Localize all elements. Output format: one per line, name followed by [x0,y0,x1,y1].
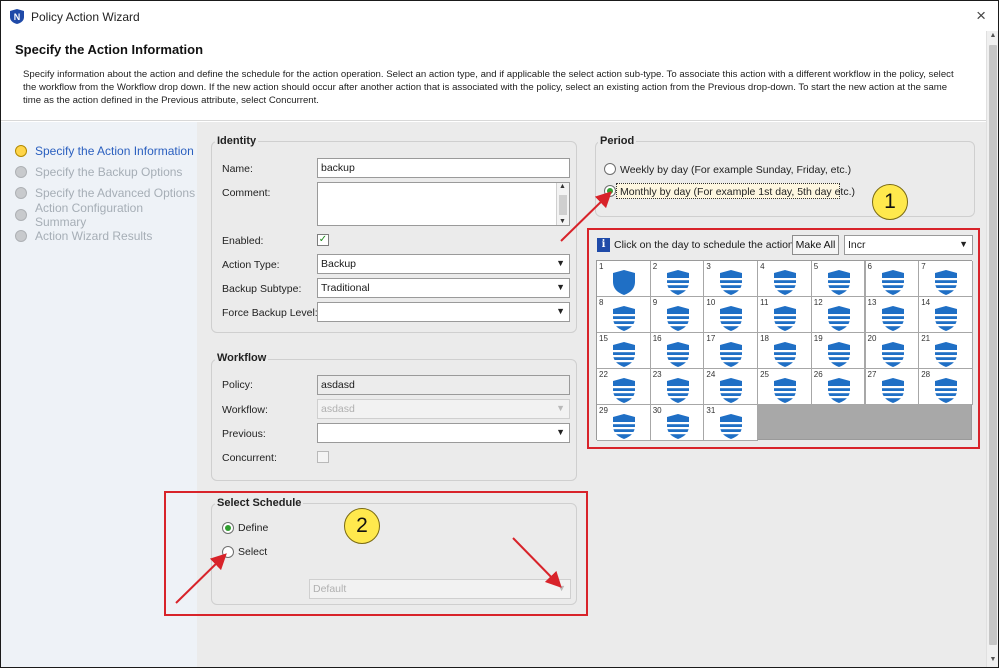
policy-field: asdasd [317,375,570,395]
backup-subtype-select[interactable]: Traditional ▼ [317,278,570,298]
action-type-select[interactable]: Backup ▼ [317,254,570,274]
step-specify-action-information[interactable]: Specify the Action Information [15,142,194,160]
weekly-radio[interactable] [604,163,616,175]
step-pending-icon [15,230,27,242]
scroll-up-icon[interactable]: ▲ [988,32,998,42]
previous-label: Previous: [222,428,266,440]
close-icon[interactable]: × [976,6,986,26]
calendar-highlight-box [587,228,980,449]
chevron-down-icon: ▼ [556,403,565,413]
name-label: Name: [222,163,253,175]
step-current-icon [15,145,27,157]
step-pending-icon [15,209,27,221]
step-label: Specify the Backup Options [35,165,183,179]
enabled-label: Enabled: [222,235,264,247]
title-bar: N Policy Action Wizard × [1,1,998,31]
workflow-select: asdasd ▼ [317,399,570,419]
scroll-down-icon[interactable]: ▼ [988,656,998,666]
workflow-title: Workflow [215,352,269,364]
schedule-highlight-box [164,491,588,616]
previous-select[interactable]: ▼ [317,423,570,443]
monthly-label: Monthly by day (For example 1st day, 5th… [620,186,855,198]
page-description: Specify information about the action and… [23,69,954,106]
annotation-badge-1: 1 [872,184,908,220]
step-specify-advanced-options[interactable]: Specify the Advanced Options [15,184,195,202]
nsr-shield-icon: N [10,9,24,24]
step-specify-backup-options[interactable]: Specify the Backup Options [15,163,182,181]
name-input[interactable]: backup [317,158,570,178]
step-action-configuration-summary[interactable]: Action Configuration Summary [15,201,197,229]
scroll-thumb[interactable] [989,45,997,645]
step-action-wizard-results[interactable]: Action Wizard Results [15,227,152,245]
window-scrollbar[interactable]: ▲ ▼ [986,31,998,667]
comment-label: Comment: [222,187,271,199]
window-title: Policy Action Wizard [31,10,140,24]
comment-textarea[interactable]: ▲ ▼ [317,182,570,226]
scroll-thumb[interactable] [559,195,567,215]
step-label: Action Configuration Summary [34,201,144,229]
action-type-value: Backup [321,258,357,270]
svg-text:N: N [14,12,21,22]
weekly-label: Weekly by day (For example Sunday, Frida… [620,164,852,176]
backup-subtype-label: Backup Subtype: [222,283,302,295]
step-pending-icon [15,166,27,178]
page-header: Specify the Action Information Specify i… [1,31,986,121]
period-group [595,141,975,217]
workflow-label: Workflow: [222,404,268,416]
scroll-down-icon[interactable]: ▼ [559,218,566,225]
backup-subtype-value: Traditional [321,282,370,294]
concurrent-checkbox[interactable] [317,451,329,463]
force-backup-level-label: Force Backup Level: [222,307,318,319]
force-backup-level-select[interactable]: ▼ [317,302,570,322]
scroll-up-icon[interactable]: ▲ [559,183,566,190]
chevron-down-icon: ▼ [556,258,565,268]
concurrent-label: Concurrent: [222,452,277,464]
enabled-checkbox[interactable]: ✓ [317,234,329,246]
period-title: Period [598,135,637,147]
step-label: Action Wizard Results [35,229,153,243]
annotation-badge-2: 2 [344,508,380,544]
page-title: Specify the Action Information [15,42,204,57]
monthly-radio[interactable] [604,185,616,197]
step-label: Specify the Action Information [35,144,194,158]
comment-scrollbar[interactable]: ▲ ▼ [556,183,569,225]
chevron-down-icon: ▼ [556,427,565,437]
identity-title: Identity [215,135,259,147]
workflow-value: asdasd [321,403,355,415]
step-pending-icon [15,187,27,199]
chevron-down-icon: ▼ [556,306,565,316]
policy-action-wizard-window: N Policy Action Wizard × Specify the Act… [0,0,999,668]
action-type-label: Action Type: [222,259,280,271]
chevron-down-icon: ▼ [556,282,565,292]
step-label: Specify the Advanced Options [35,186,196,200]
policy-label: Policy: [222,379,253,391]
